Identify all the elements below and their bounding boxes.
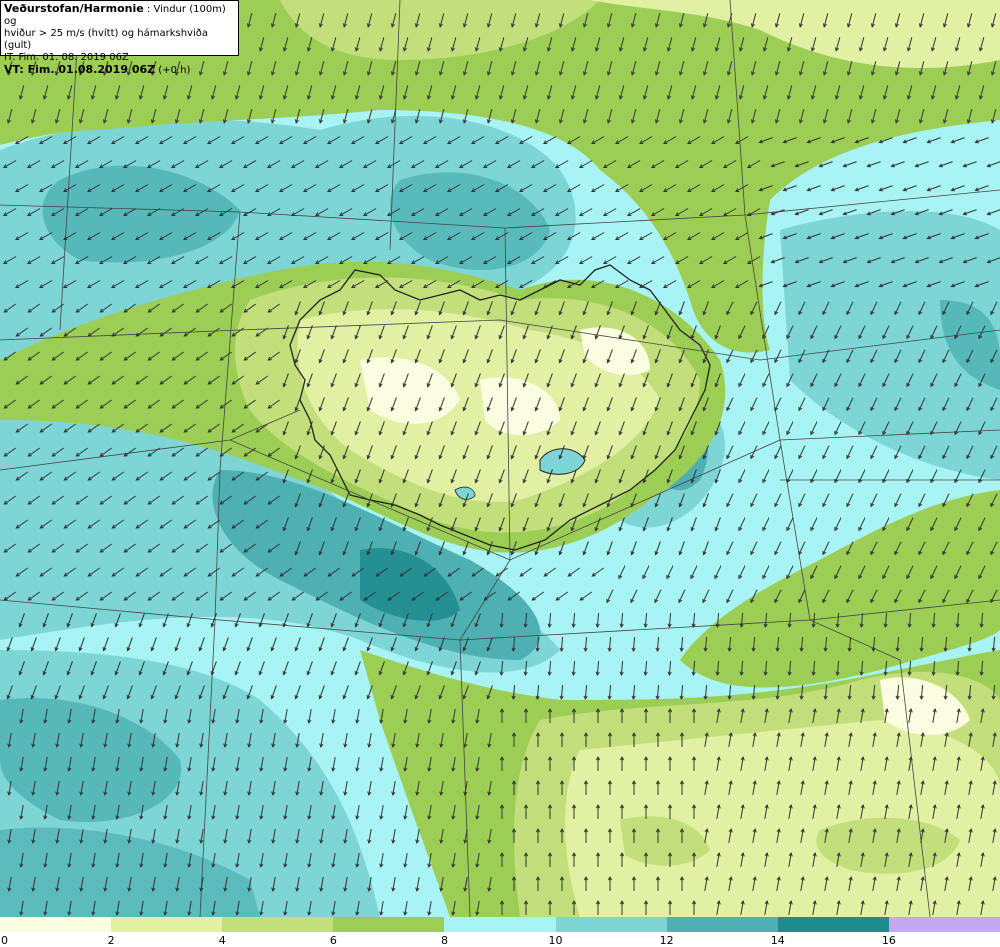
legend-tick-label: 6: [329, 934, 337, 947]
legend-tick-label: 10: [548, 934, 563, 947]
legend-swatch: [777, 917, 890, 932]
map-info-box: Veðurstofan/Harmonie : Vindur (100m) og …: [0, 0, 239, 76]
legend-swatch: [111, 917, 224, 932]
legend-swatch: [444, 917, 557, 932]
legend-swatch: [333, 917, 446, 932]
wind-field-svg: [0, 0, 1000, 917]
legend-swatch: [222, 917, 335, 932]
legend-tick-label: 4: [218, 934, 226, 947]
legend-tick-label: 0: [1, 934, 8, 947]
source-title: Veðurstofan/Harmonie: [4, 2, 144, 15]
description-line-2: hviður > 25 m/s (hvítt) og hámarkshviða …: [4, 28, 208, 51]
legend-swatch: [666, 917, 779, 932]
legend-tick-label: 14: [770, 934, 785, 947]
legend-tick-label: 16: [881, 934, 896, 947]
legend-swatch: [555, 917, 668, 932]
legend-tick-label: 12: [659, 934, 674, 947]
color-legend: 0 2 4 6 8 10 12 14 16: [0, 917, 1000, 947]
legend-swatch: [888, 917, 1000, 932]
legend-swatch: [0, 917, 113, 932]
legend-tick-label: 2: [107, 934, 115, 947]
valid-time: VT: Fim. 01.08.2019 06Z: [4, 63, 156, 76]
legend-tick-label: 8: [440, 934, 448, 947]
lead-time: (+0 h): [155, 65, 191, 76]
wind-map: Veðurstofan/Harmonie : Vindur (100m) og …: [0, 0, 1000, 917]
